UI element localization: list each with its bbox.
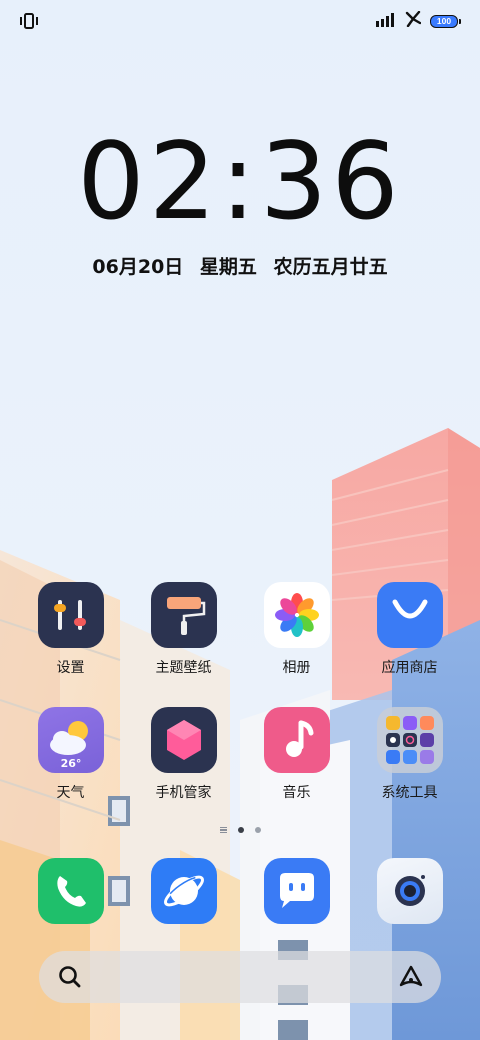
app-label: 系统工具 xyxy=(381,785,438,801)
app-settings[interactable]: 设置 xyxy=(14,582,127,707)
folder-icon[interactable] xyxy=(376,707,443,773)
page-indicator[interactable] xyxy=(0,824,480,836)
lunar-date-text: 农历五月廿五 xyxy=(273,256,388,278)
no-service-icon xyxy=(405,10,422,31)
status-bar: 100 xyxy=(0,0,480,44)
date-text: 06月20日 xyxy=(92,256,184,278)
app-label: 手机管家 xyxy=(155,785,212,801)
search-bar[interactable] xyxy=(39,951,441,1005)
settings-sliders-icon[interactable] xyxy=(37,582,104,648)
flower-icon[interactable] xyxy=(263,582,330,648)
assistant-icon[interactable] xyxy=(397,963,425,991)
battery-indicator: 100 xyxy=(430,14,461,28)
phone-icon[interactable] xyxy=(37,858,104,924)
camera-icon[interactable] xyxy=(376,858,443,924)
vibrate-icon xyxy=(18,11,40,31)
page-dot[interactable] xyxy=(254,827,261,833)
search-input[interactable] xyxy=(97,951,371,1005)
app-themes[interactable]: 主题壁纸 xyxy=(127,582,240,707)
app-phone-manager[interactable]: 手机管家 xyxy=(127,707,240,832)
app-label: 设置 xyxy=(56,660,85,676)
dock-browser[interactable] xyxy=(127,858,240,924)
chat-bubble-icon[interactable] xyxy=(263,858,330,924)
app-label: 主题壁纸 xyxy=(155,660,212,676)
shopping-bag-icon[interactable] xyxy=(376,582,443,648)
search-icon[interactable] xyxy=(57,964,83,990)
dock-camera[interactable] xyxy=(353,858,466,924)
dock xyxy=(14,858,466,924)
dock-dialer[interactable] xyxy=(14,858,127,924)
lockscreen-clock[interactable]: 02:36 xyxy=(0,122,480,242)
app-label: 天气 xyxy=(56,785,85,801)
weather-cloud-sun-icon[interactable]: 26° xyxy=(37,707,104,773)
paint-roller-icon[interactable] xyxy=(150,582,217,648)
dock-messages[interactable] xyxy=(240,858,353,924)
planet-icon[interactable] xyxy=(150,858,217,924)
app-store[interactable]: 应用商店 xyxy=(353,582,466,707)
app-grid: 设置 主题壁纸 相册 应用商店 26° 天气 手机管家 音乐 系统工具 xyxy=(14,582,466,832)
app-label: 应用商店 xyxy=(381,660,438,676)
page-dot-active[interactable] xyxy=(237,827,244,833)
weather-temp: 26° xyxy=(60,757,81,770)
weekday-text: 星期五 xyxy=(199,256,257,278)
app-weather[interactable]: 26° 天气 xyxy=(14,707,127,832)
shield-hexagon-icon[interactable] xyxy=(150,707,217,773)
app-system-tools[interactable]: 系统工具 xyxy=(353,707,466,832)
app-gallery[interactable]: 相册 xyxy=(240,582,353,707)
date-line[interactable]: 06月20日 星期五 农历五月廿五 xyxy=(0,252,480,279)
app-music[interactable]: 音乐 xyxy=(240,707,353,832)
app-label: 音乐 xyxy=(282,785,311,801)
music-note-icon[interactable] xyxy=(263,707,330,773)
app-label: 相册 xyxy=(282,660,311,676)
page-overview-icon[interactable] xyxy=(219,827,227,833)
signal-icon xyxy=(376,12,396,31)
